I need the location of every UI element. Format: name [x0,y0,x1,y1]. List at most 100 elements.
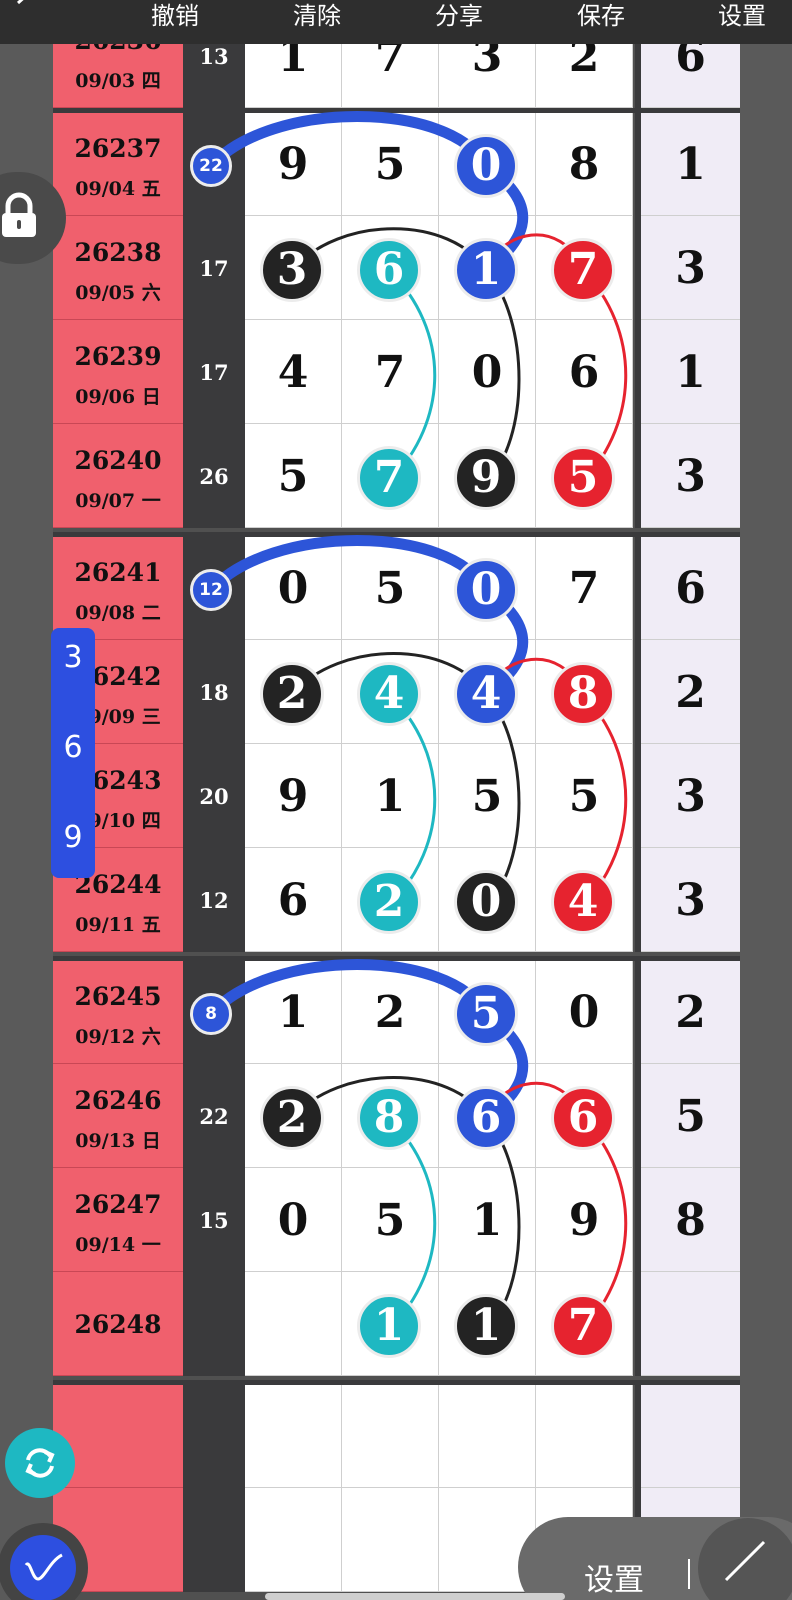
digit-value: 7 [568,563,600,614]
issue-cell: 26245 09/12 六 [53,960,183,1064]
selector-digit[interactable]: 3 [51,640,95,675]
tail-cell: 5 [641,1064,740,1168]
sum-cell: 18 [183,640,245,744]
digit-cell[interactable]: 5 [342,112,439,216]
tail-cell: 6 [641,536,740,640]
digit-cell[interactable]: 5 [245,424,342,528]
digit-value: 5 [374,563,406,614]
table-row[interactable]: 26247 09/14 一 15 0 5 1 9 8 [53,1168,740,1272]
sum-cell: 20 [183,744,245,848]
back-arrow-icon[interactable] [12,0,30,6]
digit-cell[interactable]: 9 [245,744,342,848]
digit-value: 5 [471,771,503,822]
digit-value: 8 [568,139,600,190]
tail-value: 8 [675,1195,706,1246]
selector-digit[interactable]: 9 [51,820,95,855]
blue-ball: 4 [454,662,518,726]
digit-cell[interactable] [245,1272,342,1376]
digit-cell[interactable]: 7 [536,536,633,640]
digit-selector[interactable]: 3 6 9 [51,628,95,878]
group-divider [53,532,740,537]
digit-value: 1 [471,1195,503,1246]
digit-cell[interactable]: 8 [536,112,633,216]
sum-cell: 17 [183,320,245,424]
ball-digit: 9 [470,452,502,503]
issue-cell: 26246 09/13 日 [53,1064,183,1168]
digit-cell[interactable]: 5 [536,744,633,848]
digit-cell[interactable]: 5 [342,1168,439,1272]
digit-value: 0 [471,347,503,398]
sum-cell: 26 [183,424,245,528]
digit-cell[interactable] [342,1384,439,1488]
digit-cell[interactable]: 5 [342,536,439,640]
bottom-settings-button[interactable]: 设置 [584,1555,644,1599]
share-button[interactable]: 分享 [435,2,483,30]
digit-cell[interactable]: 0 [439,320,536,424]
issue-number: 26239 [74,342,162,371]
digit-cell[interactable]: 1 [439,1168,536,1272]
digit-value: 5 [277,451,309,502]
clear-button[interactable]: 清除 [293,2,341,30]
sum-value: 18 [199,680,229,705]
table-row[interactable]: 26245 09/12 六 8 1 2 5 0 2 [53,960,740,1064]
blue-ball: 0 [454,134,518,198]
teal-ball: 1 [357,1294,421,1358]
red-ball: 6 [551,1086,615,1150]
digit-cell[interactable]: 9 [536,1168,633,1272]
table-row[interactable]: 26241 09/08 二 12 0 5 0 7 6 [53,536,740,640]
digit-cell[interactable]: 5 [439,744,536,848]
sum-ball-value: 8 [205,1004,217,1024]
ball-digit: 4 [373,668,405,719]
digit-cell[interactable]: 1 [245,960,342,1064]
black-ball: 3 [260,238,324,302]
digit-cell[interactable]: 6 [536,320,633,424]
sum-value: 26 [199,464,229,489]
sum-cell: 15 [183,1168,245,1272]
tail-value: 2 [675,667,706,718]
issue-cell: 26239 09/06 日 [53,320,183,424]
table-row[interactable] [53,1384,740,1488]
selector-digit[interactable]: 6 [51,730,95,765]
lock-icon [2,192,36,237]
ball-digit: 2 [373,876,405,927]
issue-date: 09/05 六 [75,282,161,304]
table-row[interactable]: 26239 09/06 日 17 4 7 0 6 1 [53,320,740,424]
ball-digit: 4 [567,876,599,927]
table-row[interactable]: 26237 09/04 五 22 9 5 0 8 1 [53,112,740,216]
scroll-indicator[interactable] [265,1593,565,1600]
save-button[interactable]: 保存 [577,2,625,30]
tail-value: 3 [675,243,706,294]
digit-cell[interactable] [245,1384,342,1488]
issue-date: 09/08 二 [75,602,161,624]
sum-value: 17 [199,256,229,281]
issue-number: 26240 [74,446,162,475]
digit-cell[interactable] [439,1384,536,1488]
digit-cell[interactable]: 0 [245,536,342,640]
ball-digit: 4 [470,668,502,719]
digit-cell[interactable]: 0 [536,960,633,1064]
digit-cell[interactable]: 6 [245,848,342,952]
digit-cell[interactable] [342,1488,439,1592]
digit-cell[interactable]: 7 [342,320,439,424]
ball-digit: 1 [470,1300,502,1351]
settings-button[interactable]: 设置 [718,2,766,30]
sum-value: 15 [199,1208,229,1233]
tail-cell: 3 [641,744,740,848]
tail-value: 6 [675,563,706,614]
issue-number: 26246 [74,1086,162,1115]
ball-digit: 1 [373,1300,405,1351]
undo-button[interactable]: 撤销 [151,2,199,30]
table-row[interactable]: 26243 09/10 四 20 9 1 5 5 3 [53,744,740,848]
digit-cell[interactable]: 0 [245,1168,342,1272]
digit-cell[interactable] [245,1488,342,1592]
digit-cell[interactable] [536,1384,633,1488]
digit-cell[interactable]: 1 [342,744,439,848]
blue-ball: 6 [454,1086,518,1150]
digit-cell[interactable]: 9 [245,112,342,216]
refresh-button[interactable] [5,1428,75,1498]
digit-cell[interactable]: 2 [342,960,439,1064]
issue-number: 26241 [74,558,162,587]
line-tool-icon [724,1540,766,1582]
digit-cell[interactable]: 4 [245,320,342,424]
issue-date: 09/12 六 [75,1026,161,1048]
